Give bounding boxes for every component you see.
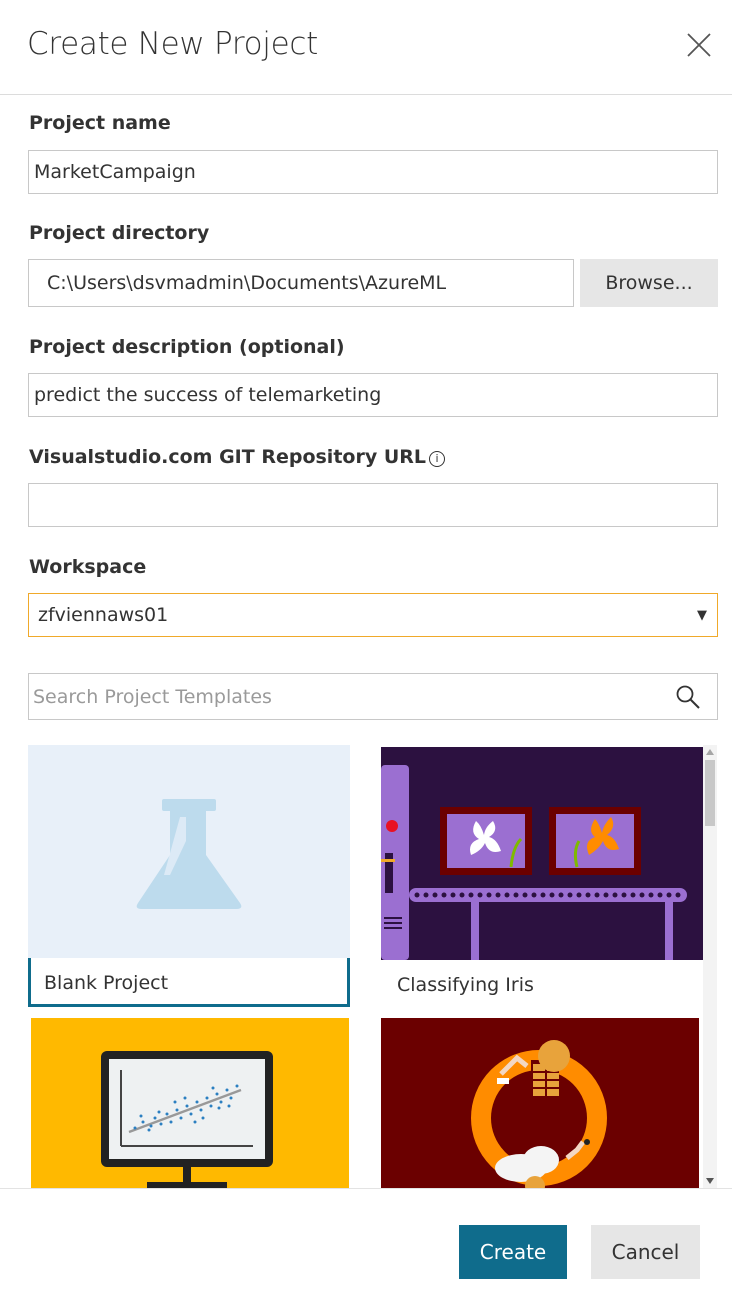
close-icon[interactable] (686, 32, 712, 58)
flask-icon (136, 799, 242, 909)
scroll-down-arrow-icon[interactable] (706, 1178, 714, 1184)
footer-divider (0, 1188, 732, 1189)
git-repo-label: Visualstudio.com GIT Repository URL i (29, 446, 445, 468)
template-tile-data-cycle[interactable] (381, 1018, 699, 1188)
dropdown-arrow-icon: ▼ (697, 608, 707, 623)
template-search-input[interactable]: Search Project Templates (28, 673, 718, 720)
project-description-label: Project description (optional) (29, 336, 345, 358)
project-name-input[interactable]: MarketCampaign (28, 150, 718, 194)
cancel-button[interactable]: Cancel (591, 1225, 700, 1279)
scrollbar-thumb[interactable] (705, 760, 715, 826)
dialog-header: Create New Project (0, 0, 732, 95)
template-tile-blank-project[interactable]: Blank Project (28, 745, 350, 1007)
project-directory-label: Project directory (29, 222, 210, 244)
workspace-select[interactable]: zfviennaws01 ▼ (28, 593, 718, 637)
template-gallery: Blank Project Classifying Iris (28, 743, 718, 1188)
template-name: Classifying Iris (397, 974, 534, 996)
info-icon[interactable]: i (429, 451, 445, 467)
scroll-up-arrow-icon[interactable] (706, 749, 714, 755)
project-description-input[interactable]: predict the success of telemarketing (28, 373, 718, 417)
git-repo-input[interactable] (28, 483, 718, 527)
template-tile-scatter-plot[interactable] (31, 1018, 349, 1188)
browse-button[interactable]: Browse... (580, 259, 718, 307)
workspace-value: zfviennaws01 (38, 604, 169, 626)
git-repo-label-text: Visualstudio.com GIT Repository URL (29, 446, 426, 468)
workspace-label: Workspace (29, 556, 147, 578)
data-cycle-illustration (381, 1018, 699, 1188)
scatter-plot-monitor-illustration (31, 1018, 349, 1188)
search-icon[interactable] (675, 684, 701, 710)
project-name-label: Project name (29, 112, 171, 134)
project-directory-input[interactable]: C:\Users\dsvmadmin\Documents\AzureML (28, 259, 574, 307)
iris-conveyor-illustration (381, 747, 703, 960)
template-scrollbar[interactable] (703, 745, 717, 1188)
dialog-title: Create New Project (27, 26, 318, 62)
create-button[interactable]: Create (459, 1225, 567, 1279)
blank-project-art (28, 745, 350, 958)
template-tile-classifying-iris[interactable]: Classifying Iris (381, 747, 703, 1009)
template-name: Blank Project (44, 972, 169, 994)
template-search-placeholder: Search Project Templates (33, 685, 272, 708)
